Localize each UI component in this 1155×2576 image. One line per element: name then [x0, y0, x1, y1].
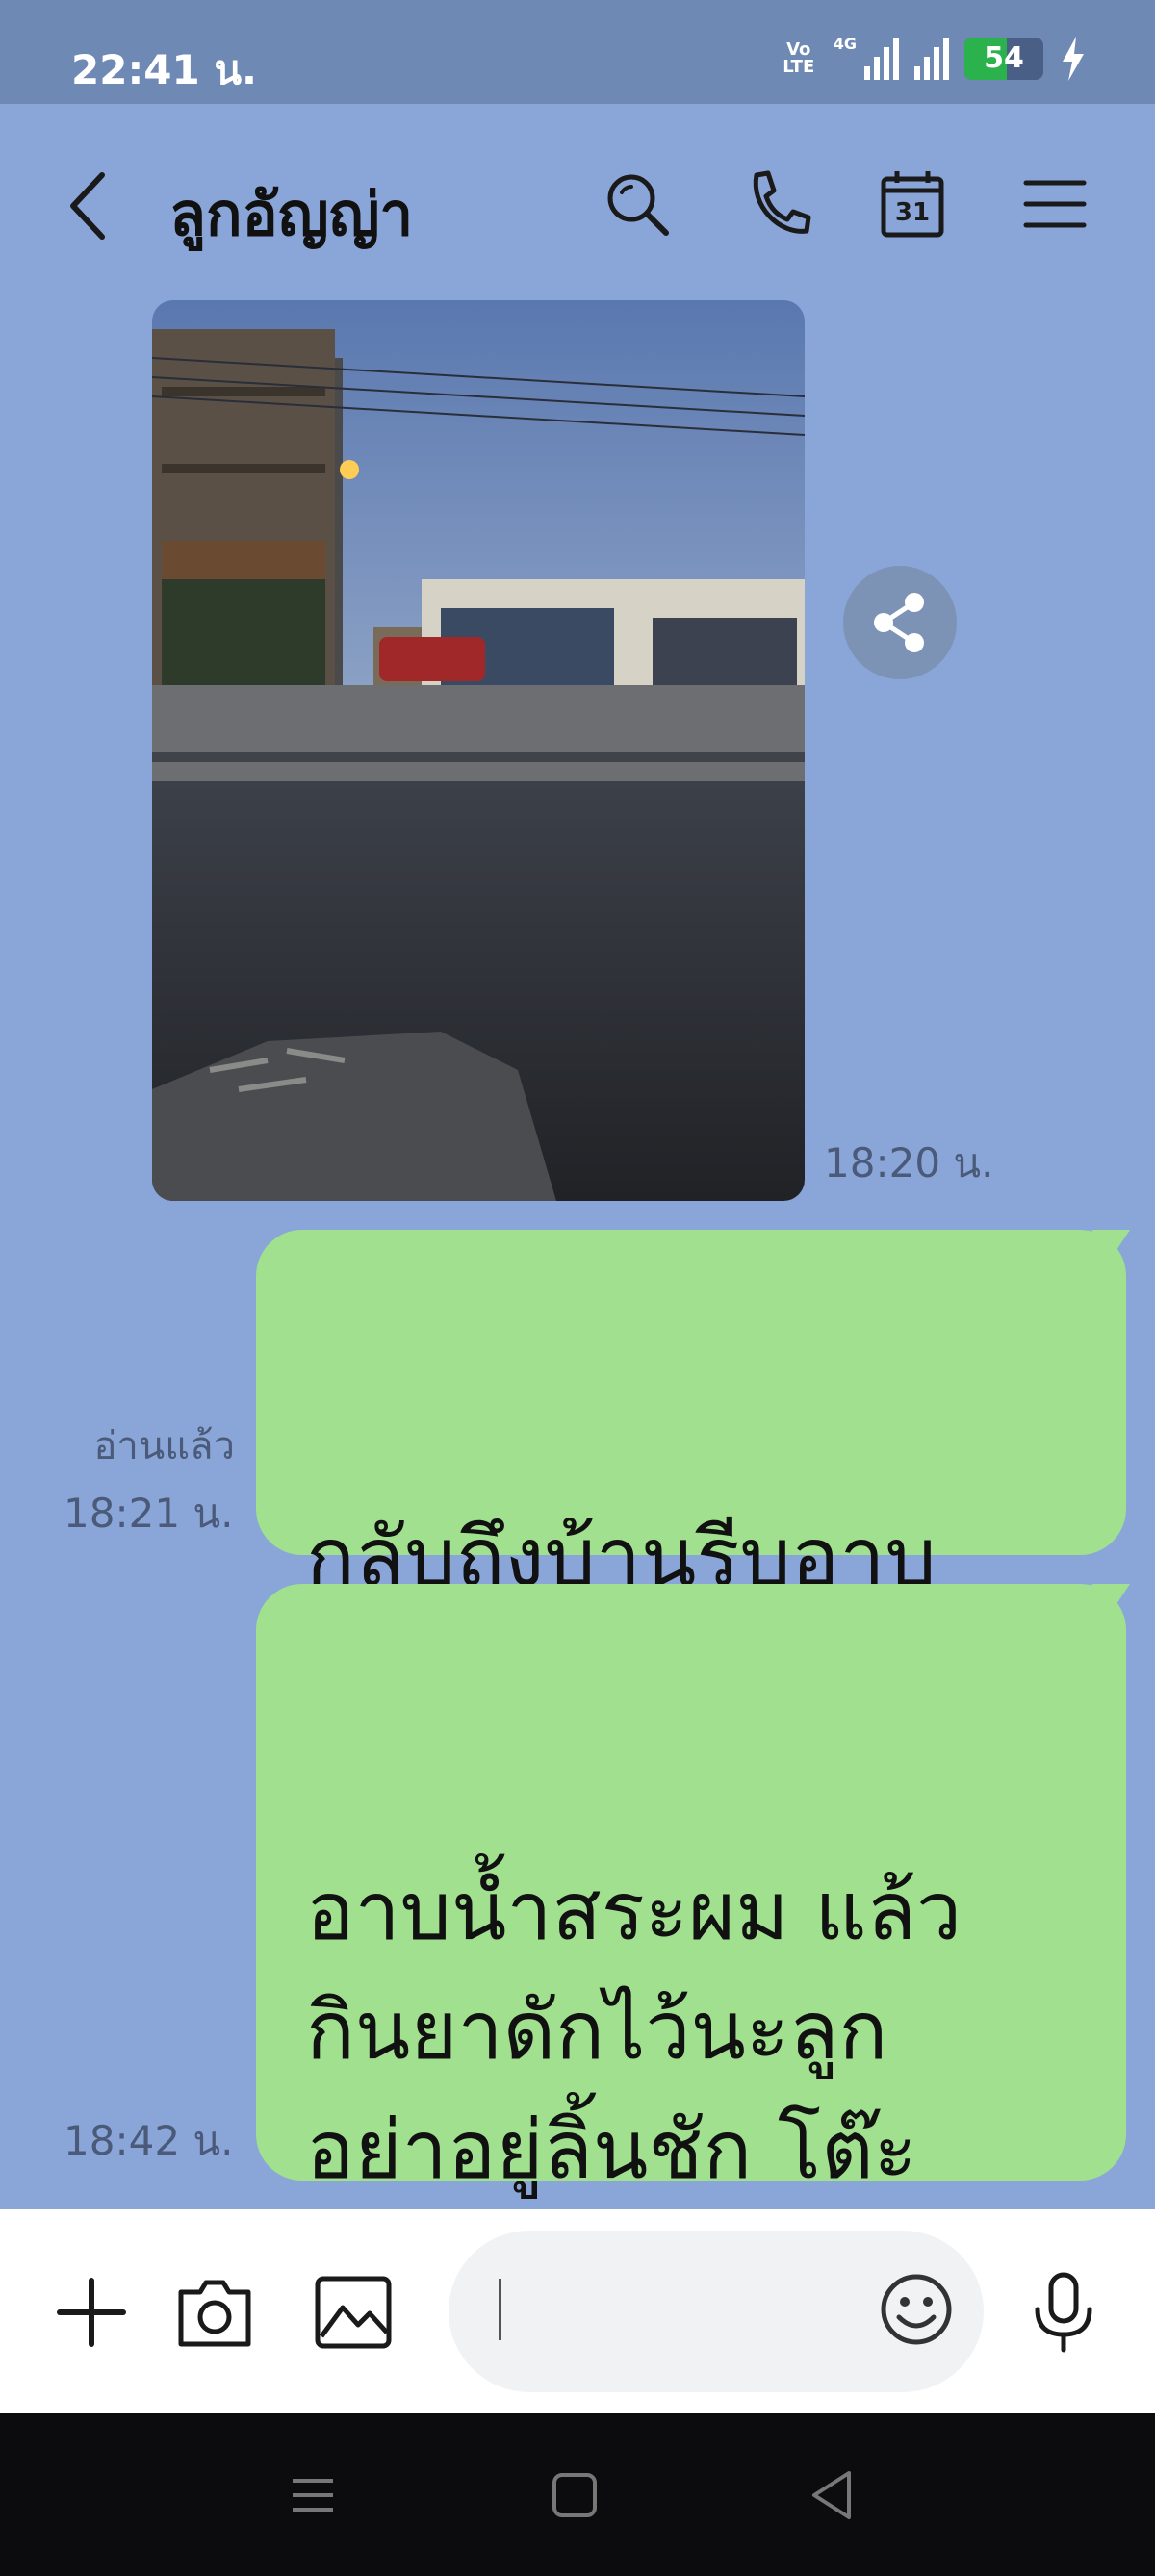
recent-apps-icon[interactable]: [279, 2461, 346, 2529]
signal-icon: [914, 38, 949, 80]
message-bubble[interactable]: กลับถึงบ้านรีบอาบ น้ำสระผมนะ: [256, 1230, 1130, 1723]
battery-percent: 54: [984, 41, 1024, 75]
calendar-icon[interactable]: 31: [874, 166, 951, 242]
status-time: 22:41 น.: [71, 46, 257, 93]
message-time: 18:20 น.: [824, 1139, 994, 1186]
battery-icon: 54: [964, 38, 1043, 80]
camera-icon[interactable]: [171, 2269, 258, 2356]
chat-title[interactable]: ลูกอัญญ่า: [169, 167, 413, 262]
emoji-icon[interactable]: [878, 2271, 955, 2348]
message-time: 18:21 น.: [64, 1490, 234, 1537]
bubble-tail: [1091, 1584, 1130, 1613]
message-input[interactable]: [449, 2231, 984, 2392]
status-icons: Vo LTE 4G 54: [780, 35, 1088, 83]
back-nav-icon[interactable]: [799, 2461, 866, 2529]
calendar-day: 31: [894, 198, 931, 227]
volte-indicator: Vo LTE: [783, 39, 815, 77]
image-icon[interactable]: [310, 2269, 397, 2356]
network-type: 4G: [833, 35, 857, 53]
text-caret: [499, 2279, 501, 2340]
microphone-icon[interactable]: [1020, 2269, 1107, 2356]
plus-icon[interactable]: [48, 2269, 135, 2356]
phone-icon[interactable]: [739, 166, 816, 242]
chat-header: ลูกอัญญ่า 31: [0, 104, 1155, 306]
photo-message[interactable]: [152, 300, 805, 1201]
menu-icon[interactable]: [1016, 166, 1093, 242]
back-arrow-icon[interactable]: [60, 166, 117, 246]
share-icon: [874, 593, 924, 652]
signal-icon: [864, 38, 899, 80]
home-icon[interactable]: [541, 2461, 608, 2529]
charging-icon: [1063, 37, 1084, 81]
message-time: 18:42 น.: [64, 2117, 234, 2164]
search-icon[interactable]: [599, 166, 676, 242]
bubble-tail: [1091, 1230, 1130, 1259]
share-button[interactable]: [843, 566, 957, 679]
read-receipt: อ่านแล้ว: [93, 1424, 235, 1468]
system-nav-bar: [0, 2413, 1155, 2576]
status-bar: 22:41 น. Vo LTE 4G 54: [0, 0, 1155, 104]
message-bubble[interactable]: อาบน้ำสระผม แล้ว กินยาดักไว้นะลูก อย่าอย…: [256, 1584, 1130, 2316]
input-bar: [0, 2209, 1155, 2413]
